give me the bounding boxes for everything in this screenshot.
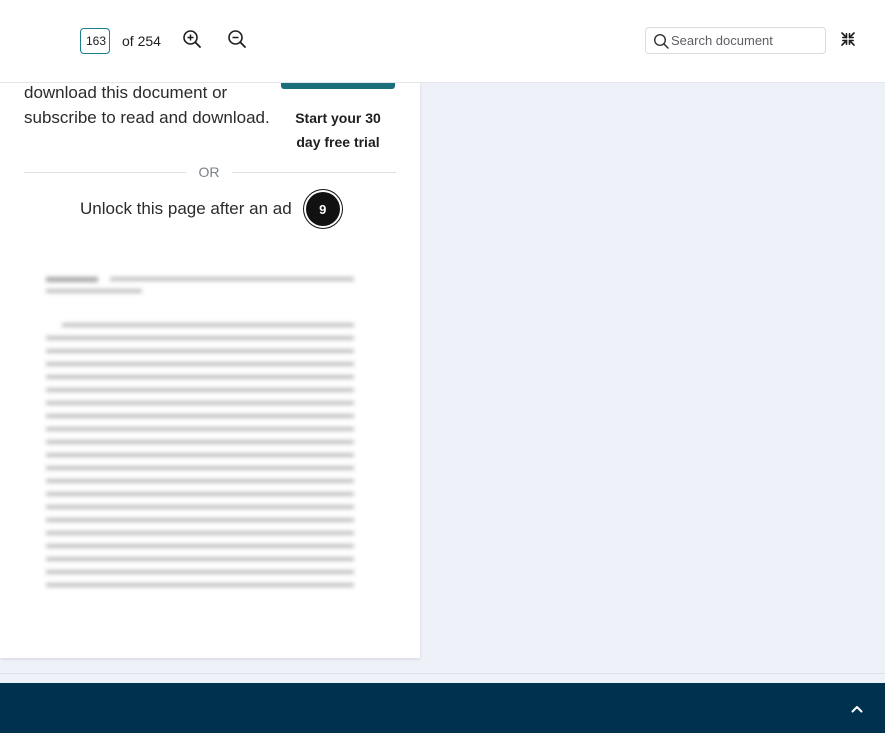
page-number-input[interactable] xyxy=(80,28,110,54)
blurred-page-preview xyxy=(44,225,356,620)
ad-countdown-timer: 9 xyxy=(305,192,340,226)
paywall-download-text: download this document or subscribe to r… xyxy=(24,83,270,127)
divider-line xyxy=(24,172,186,173)
or-divider: OR xyxy=(24,163,396,183)
search-icon xyxy=(653,33,669,49)
zoom-out-icon xyxy=(228,30,246,48)
search-document-input[interactable] xyxy=(671,33,821,48)
collapse-button[interactable] xyxy=(838,29,858,49)
page-total-label: of 254 xyxy=(122,33,161,49)
scroll-to-top-button[interactable] xyxy=(849,701,865,717)
divider-line xyxy=(232,172,396,173)
page-footer xyxy=(0,683,885,733)
free-trial-link[interactable]: Start your 30 day free trial xyxy=(286,106,390,154)
chevron-up-icon xyxy=(851,706,863,713)
zoom-out-button[interactable] xyxy=(224,26,250,52)
unlock-page-label: Unlock this page after an ad xyxy=(80,199,292,218)
unlock-with-ad-row: Unlock this page after an ad 9 xyxy=(80,189,340,229)
subscribe-button-edge[interactable] xyxy=(281,82,395,89)
zoom-in-button[interactable] xyxy=(179,26,205,52)
search-document-box[interactable] xyxy=(645,27,826,54)
footer-divider xyxy=(0,673,885,674)
or-label: OR xyxy=(198,164,220,180)
collapse-icon xyxy=(841,32,855,46)
zoom-in-icon xyxy=(183,30,201,48)
document-toolbar: of 254 xyxy=(0,0,885,83)
